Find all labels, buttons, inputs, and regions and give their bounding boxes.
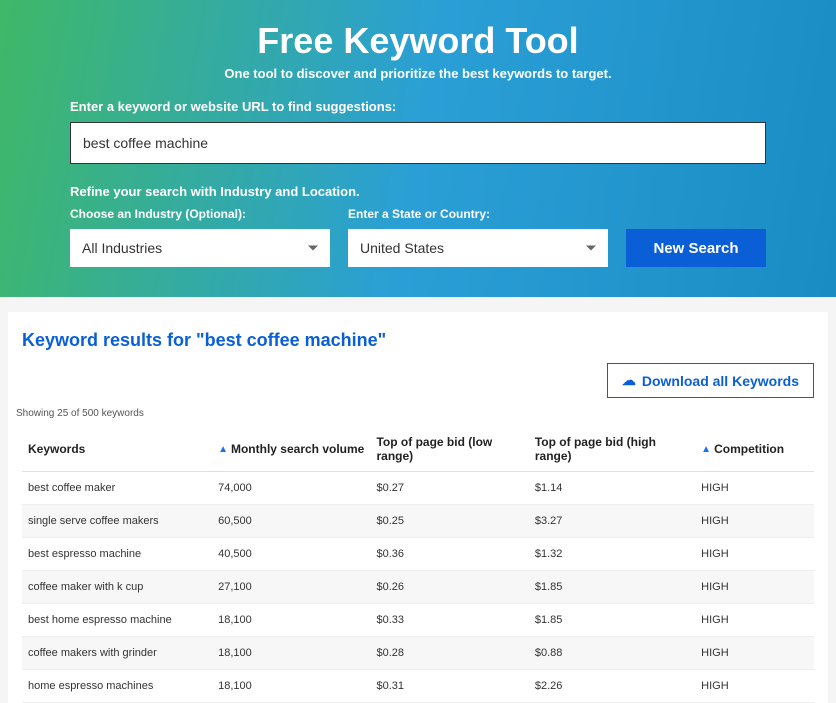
cell-high: $1.32 (529, 538, 695, 571)
cell-comp: HIGH (695, 472, 814, 505)
cell-low: $0.25 (370, 505, 528, 538)
cell-vol: 18,100 (212, 604, 370, 637)
ads-icon: ▲ (218, 444, 228, 455)
cell-comp: HIGH (695, 571, 814, 604)
keyword-input[interactable] (70, 122, 766, 164)
chevron-down-icon (586, 246, 596, 251)
cell-vol: 40,500 (212, 538, 370, 571)
col-competition: ▲Competition (695, 427, 814, 472)
download-all-button[interactable]: ☁ Download all Keywords (607, 363, 814, 398)
cell-high: $3.27 (529, 505, 695, 538)
chevron-down-icon (308, 246, 318, 251)
table-header-row: Keywords ▲Monthly search volume Top of p… (22, 427, 814, 472)
showing-count: Showing 25 of 500 keywords (16, 408, 814, 419)
cell-kw: best espresso machine (22, 538, 212, 571)
results-panel: Keyword results for "best coffee machine… (8, 312, 828, 703)
page-title: Free Keyword Tool (70, 20, 766, 62)
location-select[interactable]: United States (348, 229, 608, 267)
cell-low: $0.27 (370, 472, 528, 505)
cell-kw: home espresso machines (22, 670, 212, 703)
table-row: home espresso machines18,100$0.31$2.26HI… (22, 670, 814, 703)
industry-label: Choose an Industry (Optional): (70, 207, 330, 221)
cell-comp: HIGH (695, 604, 814, 637)
cell-low: $0.26 (370, 571, 528, 604)
keyword-input-label: Enter a keyword or website URL to find s… (70, 99, 766, 114)
location-label: Enter a State or Country: (348, 207, 608, 221)
cell-low: $0.33 (370, 604, 528, 637)
cell-kw: best coffee maker (22, 472, 212, 505)
table-row: best coffee maker74,000$0.27$1.14HIGH (22, 472, 814, 505)
results-table: Keywords ▲Monthly search volume Top of p… (22, 427, 814, 703)
cell-kw: coffee maker with k cup (22, 571, 212, 604)
cell-kw: coffee makers with grinder (22, 637, 212, 670)
col-bid-low: Top of page bid (low range) (370, 427, 528, 472)
cell-high: $0.88 (529, 637, 695, 670)
cell-vol: 18,100 (212, 637, 370, 670)
cell-high: $1.85 (529, 604, 695, 637)
cell-kw: single serve coffee makers (22, 505, 212, 538)
cell-high: $2.26 (529, 670, 695, 703)
refine-label: Refine your search with Industry and Loc… (70, 184, 766, 199)
cell-vol: 18,100 (212, 670, 370, 703)
cell-comp: HIGH (695, 538, 814, 571)
cell-comp: HIGH (695, 637, 814, 670)
cell-comp: HIGH (695, 505, 814, 538)
cell-low: $0.31 (370, 670, 528, 703)
location-value: United States (360, 240, 444, 256)
cell-vol: 60,500 (212, 505, 370, 538)
hero-section: Free Keyword Tool One tool to discover a… (0, 0, 836, 297)
cell-high: $1.85 (529, 571, 695, 604)
refine-row: Choose an Industry (Optional): All Indus… (70, 207, 766, 267)
cell-high: $1.14 (529, 472, 695, 505)
industry-value: All Industries (82, 240, 162, 256)
cell-comp: HIGH (695, 670, 814, 703)
table-row: best home espresso machine18,100$0.33$1.… (22, 604, 814, 637)
col-volume: ▲Monthly search volume (212, 427, 370, 472)
cell-low: $0.36 (370, 538, 528, 571)
download-row: ☁ Download all Keywords (22, 363, 814, 398)
page-subtitle: One tool to discover and prioritize the … (70, 66, 766, 81)
cell-low: $0.28 (370, 637, 528, 670)
ads-icon: ▲ (701, 444, 711, 455)
cloud-download-icon: ☁ (622, 372, 636, 389)
col-bid-high: Top of page bid (high range) (529, 427, 695, 472)
cell-vol: 74,000 (212, 472, 370, 505)
table-row: coffee maker with k cup27,100$0.26$1.85H… (22, 571, 814, 604)
new-search-button[interactable]: New Search (626, 229, 766, 267)
cell-kw: best home espresso machine (22, 604, 212, 637)
download-label: Download all Keywords (642, 373, 799, 389)
industry-select[interactable]: All Industries (70, 229, 330, 267)
table-row: coffee makers with grinder18,100$0.28$0.… (22, 637, 814, 670)
col-keywords: Keywords (22, 427, 212, 472)
cell-vol: 27,100 (212, 571, 370, 604)
table-row: single serve coffee makers60,500$0.25$3.… (22, 505, 814, 538)
results-title: Keyword results for "best coffee machine… (22, 330, 814, 351)
table-row: best espresso machine40,500$0.36$1.32HIG… (22, 538, 814, 571)
